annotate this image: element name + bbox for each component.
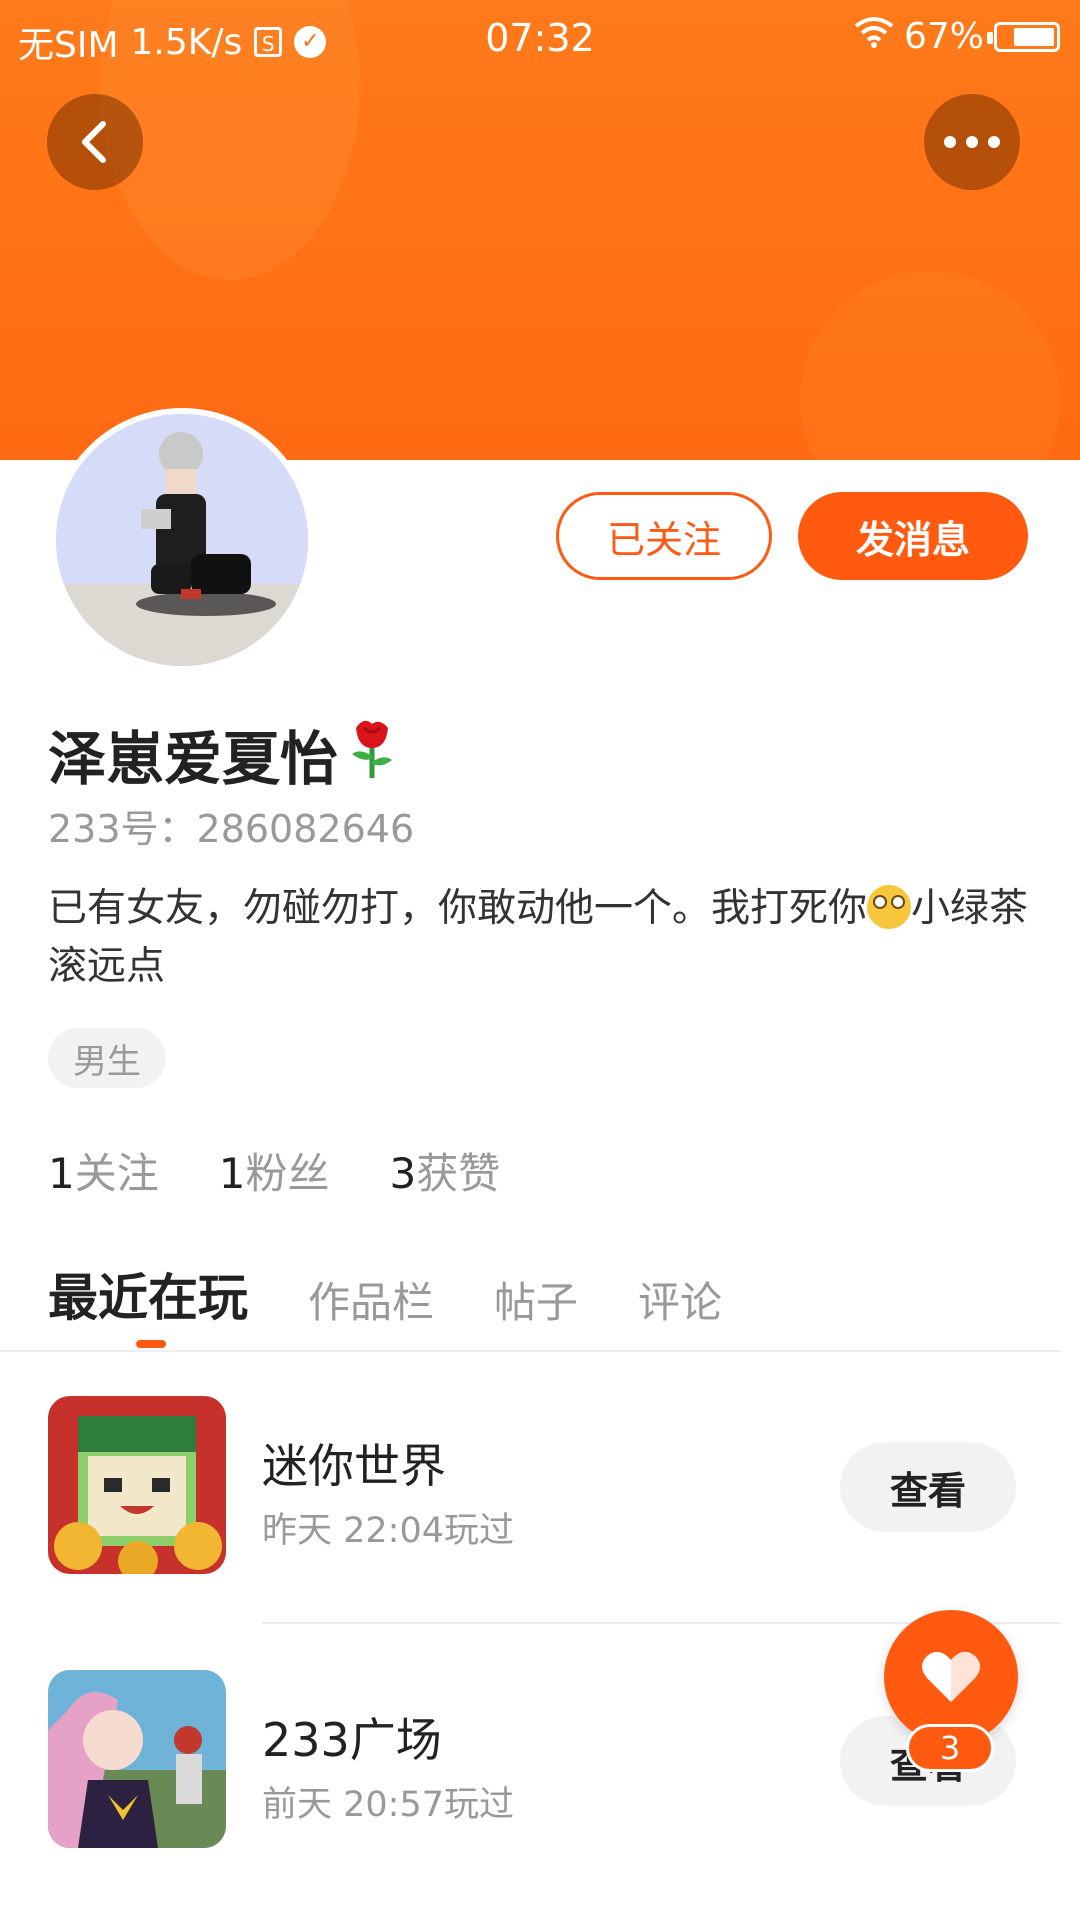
- user-id: 233号：286082646: [48, 807, 415, 851]
- stat-number: 1: [218, 1149, 246, 1198]
- username: 泽崽爱夏怡: [48, 712, 400, 796]
- more-dots-icon: [944, 136, 1000, 148]
- game-last-played: 昨天 22:04玩过: [262, 1511, 514, 1551]
- tab-posts[interactable]: 帖子: [494, 1269, 578, 1330]
- profile-stats: 1关注 1粉丝 3获赞: [48, 1140, 500, 1201]
- view-game-button[interactable]: 查看: [840, 1442, 1016, 1532]
- chevron-left-icon: [82, 121, 106, 163]
- tab-works[interactable]: 作品栏: [308, 1269, 434, 1330]
- gender-tag: 男生: [48, 1028, 166, 1088]
- heart-icon: [922, 1651, 980, 1702]
- stat-number: 3: [389, 1149, 417, 1198]
- stat-following[interactable]: 1关注: [48, 1140, 159, 1201]
- avatar[interactable]: [50, 408, 314, 672]
- stat-followers[interactable]: 1粉丝: [219, 1140, 330, 1201]
- stat-likes[interactable]: 3获赞: [390, 1140, 501, 1201]
- game-icon-233-plaza: [48, 1670, 226, 1848]
- stat-number: 1: [48, 1149, 75, 1198]
- wifi-icon: [854, 16, 894, 57]
- send-message-button[interactable]: 发消息: [798, 492, 1028, 580]
- followed-button[interactable]: 已关注: [556, 492, 772, 580]
- back-button[interactable]: [47, 94, 143, 190]
- username-text: 泽崽爱夏怡: [48, 725, 339, 793]
- battery-percent: 67%: [903, 16, 984, 57]
- more-button[interactable]: [924, 94, 1020, 190]
- rose-icon: [344, 714, 400, 794]
- game-icon-mini-world: [48, 1396, 226, 1574]
- stat-label: 获赞: [416, 1149, 501, 1198]
- stat-label: 粉丝: [245, 1149, 330, 1198]
- tab-comments[interactable]: 评论: [638, 1269, 722, 1330]
- game-last-played: 前天 20:57玩过: [262, 1785, 514, 1825]
- tab-recently-played[interactable]: 最近在玩: [48, 1258, 248, 1330]
- game-item[interactable]: 迷你世界 昨天 22:04玩过 查看: [0, 1396, 1080, 1576]
- active-tab-indicator: [136, 1340, 166, 1348]
- bio-text: 已有女友，勿碰勿打，你敢动他一个。我打死你: [48, 886, 868, 931]
- status-bar: 无SIM 1.5K/s S ✓ 07:32 67%: [0, 0, 1080, 76]
- battery-icon: [987, 21, 1060, 52]
- stat-label: 关注: [74, 1149, 159, 1198]
- banner-decoration: [800, 270, 1060, 460]
- eye-roll-emoji-icon: [867, 885, 912, 929]
- game-name: 迷你世界: [262, 1439, 446, 1493]
- like-count-badge: 3: [906, 1724, 994, 1772]
- bio: 已有女友，勿碰勿打，你敢动他一个。我打死你 小绿茶滚远点: [48, 880, 1038, 996]
- divider: [0, 1350, 1062, 1352]
- profile-tabs: 最近在玩 作品栏 帖子 评论: [48, 1258, 722, 1330]
- game-name: 233广场: [262, 1713, 442, 1767]
